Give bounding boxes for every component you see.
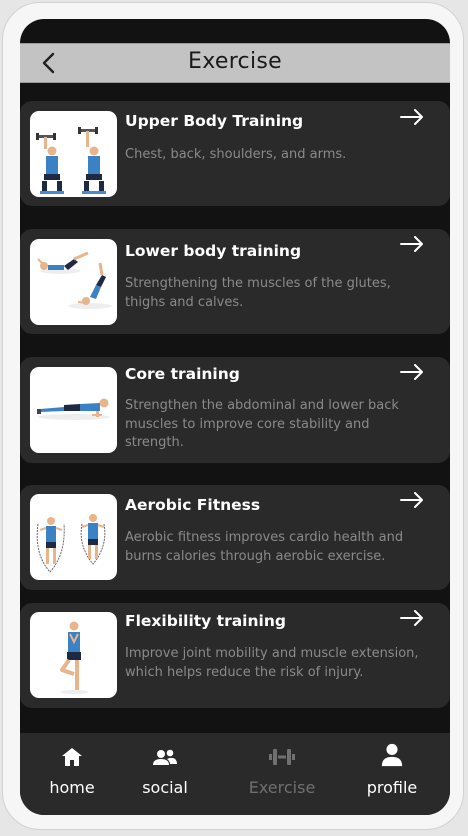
home-icon (62, 748, 82, 766)
exercise-description: Aerobic fitness improves cardio health a… (125, 530, 404, 564)
exercise-title: Flexibility training (125, 612, 286, 630)
arrow-right-icon[interactable] (400, 109, 424, 125)
tab-label: home (49, 778, 95, 797)
arrow-right-icon[interactable] (400, 610, 424, 626)
dumbbell-icon (269, 749, 295, 765)
people-icon (153, 749, 177, 765)
arrow-right-icon[interactable] (400, 492, 424, 508)
tab-home[interactable]: home (25, 733, 119, 815)
bottom-tab-bar: home social Exercise profile (20, 733, 450, 815)
tab-label: profile (366, 778, 418, 797)
flexibility-illustration (30, 612, 117, 698)
arrow-right-icon[interactable] (400, 236, 424, 252)
exercise-title: Core training (125, 365, 240, 383)
exercise-card-flexibility[interactable]: Flexibility training Improve joint mobil… (20, 603, 450, 708)
page-title: Exercise (188, 49, 282, 74)
aerobic-fitness-illustration (30, 494, 117, 580)
lower-body-illustration (30, 239, 117, 325)
exercise-title: Upper Body Training (125, 112, 304, 130)
header-bar: Exercise (20, 43, 450, 83)
tab-social[interactable]: social (118, 733, 212, 815)
app-screen: Exercise Upper Body Training Chest, back… (20, 19, 450, 815)
exercise-card-core[interactable]: Core training Strengthen the abdominal a… (20, 357, 450, 463)
tab-label: Exercise (248, 778, 316, 797)
tab-profile[interactable]: profile (345, 733, 439, 815)
exercise-description: Improve joint mobility and muscle extens… (125, 646, 419, 680)
exercise-title: Aerobic Fitness (125, 496, 261, 514)
tab-exercise[interactable]: Exercise (235, 733, 329, 815)
tab-label: social (142, 778, 188, 797)
exercise-card-upper-body[interactable]: Upper Body Training Chest, back, shoulde… (20, 101, 450, 206)
exercise-card-aerobic[interactable]: Aerobic Fitness Aerobic fitness improves… (20, 485, 450, 590)
core-training-illustration (30, 367, 117, 453)
user-icon (381, 743, 403, 767)
phone-frame: Exercise Upper Body Training Chest, back… (2, 2, 464, 830)
exercise-description: Strengthening the muscles of the glutes,… (125, 276, 391, 310)
exercise-title: Lower body training (125, 242, 302, 260)
upper-body-illustration (30, 111, 117, 197)
exercise-description: Chest, back, shoulders, and arms. (125, 147, 347, 162)
exercise-description: Strengthen the abdominal and lower back … (125, 398, 399, 450)
arrow-right-icon[interactable] (400, 364, 424, 380)
exercise-card-lower-body[interactable]: Lower body training Strengthening the mu… (20, 229, 450, 334)
